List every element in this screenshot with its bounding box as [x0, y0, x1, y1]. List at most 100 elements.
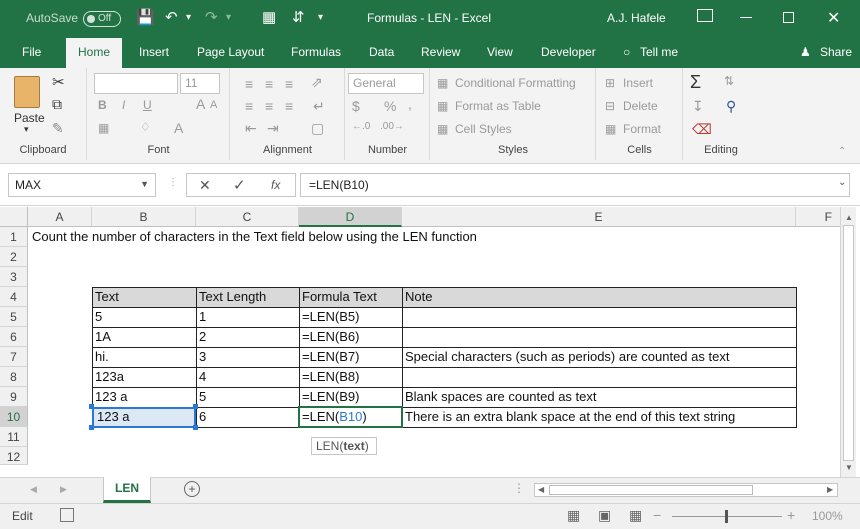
horizontal-scrollbar[interactable]: ◀ ▶	[534, 483, 838, 497]
scroll-left-icon[interactable]: ◀	[538, 485, 544, 494]
range-handle-icon[interactable]	[89, 404, 94, 409]
font-shrink-icon[interactable]: A	[210, 99, 217, 111]
comma-button[interactable]: ,	[408, 96, 412, 112]
cell-b10[interactable]: 123 a	[95, 407, 130, 427]
conditional-formatting-icon[interactable]: ▦	[437, 76, 448, 90]
tab-insert[interactable]: Insert	[139, 45, 169, 59]
cell-e7[interactable]: Special characters (such as periods) are…	[403, 347, 729, 367]
zoom-slider-thumb[interactable]	[725, 510, 728, 523]
row-header-12[interactable]: 12	[0, 447, 28, 465]
cell-b9[interactable]: 123 a	[93, 387, 128, 407]
next-sheet-icon[interactable]: ▶	[60, 484, 67, 495]
find-select-icon[interactable]: ⚲	[726, 98, 736, 115]
cell-d9[interactable]: =LEN(B9)	[300, 387, 359, 407]
column-header-c[interactable]: C	[196, 207, 299, 227]
name-box-dropdown-icon[interactable]: ▼	[140, 179, 149, 189]
bold-button[interactable]: B	[98, 98, 107, 112]
zoom-out-icon[interactable]: −	[653, 507, 661, 523]
cell-b5[interactable]: 5	[93, 307, 102, 327]
sort-filter-icon[interactable]: ⇅	[724, 74, 734, 88]
cell-e5[interactable]	[403, 307, 405, 327]
cell-styles-button[interactable]: Cell Styles	[455, 122, 512, 136]
h-scroll-thumb[interactable]	[549, 485, 753, 495]
italic-button[interactable]: I	[122, 98, 125, 112]
tab-view[interactable]: View	[487, 45, 513, 59]
cell-e10[interactable]: There is an extra blank space at the end…	[403, 407, 735, 427]
cell-d7[interactable]: =LEN(B7)	[300, 347, 359, 367]
cell-c10[interactable]: 6	[197, 407, 206, 427]
column-header-e[interactable]: E	[402, 207, 796, 227]
scroll-thumb[interactable]	[843, 225, 854, 461]
increase-indent-icon[interactable]: ⇥	[267, 120, 279, 137]
macro-record-icon[interactable]	[60, 508, 74, 522]
collapse-ribbon-icon[interactable]: ⌃	[838, 146, 846, 157]
maximize-icon[interactable]	[783, 12, 794, 23]
active-cell-editor[interactable]: =LEN(B10)	[300, 407, 367, 427]
align-center-icon[interactable]: ≡	[265, 98, 273, 114]
align-right-icon[interactable]: ≡	[285, 98, 293, 114]
orientation-icon[interactable]: ⇗	[311, 74, 323, 91]
cell-c7[interactable]: 3	[197, 347, 206, 367]
currency-button[interactable]: $	[352, 98, 360, 114]
fill-icon[interactable]: ↧	[692, 98, 704, 115]
cell-c5[interactable]: 1	[197, 307, 206, 327]
copy-icon[interactable]: ⧉	[52, 96, 62, 113]
expand-formula-bar-icon[interactable]: ⌄	[838, 177, 846, 188]
format-cells-icon[interactable]: ▦	[605, 122, 616, 136]
font-size-dropdown[interactable]: 11	[180, 73, 220, 94]
delete-cells-button[interactable]: Delete	[623, 99, 658, 113]
page-break-view-icon[interactable]: ▦	[629, 507, 642, 524]
scroll-down-icon[interactable]: ▼	[845, 463, 853, 472]
row-header-3[interactable]: 3	[0, 267, 28, 287]
align-top-icon[interactable]: ≡	[245, 76, 253, 92]
row-header-6[interactable]: 6	[0, 327, 28, 347]
cell-b7[interactable]: hi.	[93, 347, 109, 367]
header-formula-text[interactable]: Formula Text	[300, 287, 377, 307]
underline-button[interactable]: U	[143, 98, 152, 112]
cell-d5[interactable]: =LEN(B5)	[300, 307, 359, 327]
tab-page-layout[interactable]: Page Layout	[197, 45, 264, 59]
cell-e9[interactable]: Blank spaces are counted as text	[403, 387, 597, 407]
tab-home[interactable]: Home	[66, 38, 123, 69]
tab-review[interactable]: Review	[421, 45, 460, 59]
align-bottom-icon[interactable]: ≡	[285, 76, 293, 92]
cell-e8[interactable]	[403, 367, 405, 387]
cell-c8[interactable]: 4	[197, 367, 206, 387]
row-header-8[interactable]: 8	[0, 367, 28, 387]
cell-styles-icon[interactable]: ▦	[437, 122, 448, 136]
share-icon[interactable]: ♟	[800, 45, 811, 59]
insert-function-icon[interactable]: fx	[271, 178, 280, 192]
row-header-2[interactable]: 2	[0, 247, 28, 267]
enter-icon[interactable]: ✓	[233, 176, 246, 194]
decrease-indent-icon[interactable]: ⇤	[245, 120, 257, 137]
cell-d6[interactable]: =LEN(B6)	[300, 327, 359, 347]
tell-me-search[interactable]: Tell me	[640, 45, 678, 59]
header-text[interactable]: Text	[93, 287, 119, 307]
increase-decimal-icon[interactable]: ←.0	[352, 121, 370, 132]
range-handle-icon[interactable]	[89, 425, 94, 430]
undo-dropdown-icon[interactable]: ▾	[186, 8, 191, 28]
minimize-icon[interactable]	[740, 17, 752, 18]
row-header-9[interactable]: 9	[0, 387, 28, 407]
font-name-dropdown[interactable]	[94, 73, 178, 94]
cell-c6[interactable]: 2	[197, 327, 206, 347]
row-header-10[interactable]: 10	[0, 407, 28, 427]
row-header-5[interactable]: 5	[0, 307, 28, 327]
align-left-icon[interactable]: ≡	[245, 98, 253, 114]
form-icon[interactable]: ▦	[262, 8, 276, 28]
format-painter-icon[interactable]: ✎	[52, 120, 64, 137]
tab-file[interactable]: File	[22, 45, 41, 59]
tab-developer[interactable]: Developer	[541, 45, 596, 59]
row-header-1[interactable]: 1	[0, 227, 28, 247]
vertical-scrollbar[interactable]: ▲ ▼	[840, 207, 856, 477]
share-button[interactable]: Share	[820, 45, 852, 59]
format-as-table-icon[interactable]: ▦	[437, 99, 448, 113]
cell-c9[interactable]: 5	[197, 387, 206, 407]
column-header-d[interactable]: D	[299, 207, 402, 227]
save-icon[interactable]: 💾	[136, 8, 155, 28]
insert-cells-button[interactable]: Insert	[623, 76, 653, 90]
column-header-f[interactable]: F	[796, 207, 840, 227]
name-box[interactable]: MAX ▼	[8, 173, 156, 197]
column-header-b[interactable]: B	[92, 207, 196, 227]
paste-icon[interactable]	[14, 76, 40, 108]
